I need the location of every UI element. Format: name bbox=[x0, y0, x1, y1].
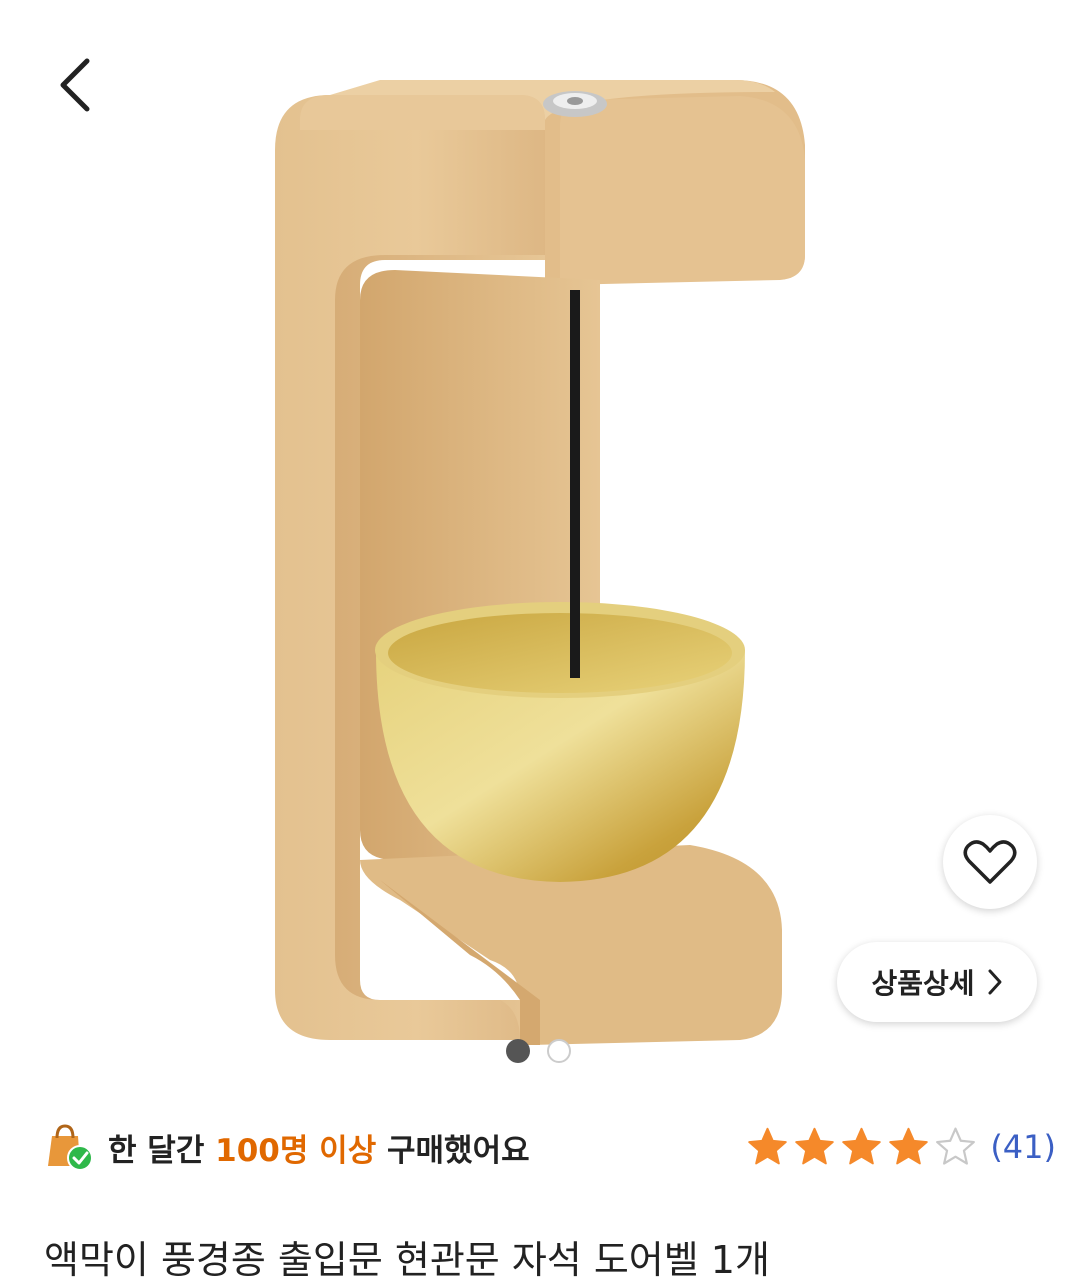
back-button[interactable] bbox=[30, 40, 120, 130]
purchase-text: 한 달간 100명 이상 구매했어요 bbox=[108, 1132, 530, 1169]
product-image-carousel[interactable]: 상품상세 bbox=[0, 0, 1080, 1085]
star-empty-icon bbox=[936, 1127, 976, 1165]
product-detail-button[interactable]: 상품상세 bbox=[837, 942, 1037, 1022]
product-summary-row: 한 달간 100명 이상 구매했어요 (41) bbox=[0, 1112, 1080, 1182]
product-detail-label: 상품상세 bbox=[871, 967, 975, 1000]
product-image bbox=[275, 80, 805, 1045]
review-count[interactable]: (41) bbox=[990, 1128, 1056, 1166]
product-title: 액막이 풍경종 출입문 현관문 자석 도어벨 1개 bbox=[44, 1238, 770, 1282]
star-filled-icon bbox=[748, 1127, 788, 1165]
carousel-indicator bbox=[506, 1039, 571, 1063]
shopping-bag-check-icon bbox=[48, 1124, 93, 1171]
carousel-dot[interactable] bbox=[547, 1039, 571, 1063]
carousel-dot-active[interactable] bbox=[506, 1039, 530, 1063]
heart-outline-icon bbox=[963, 840, 1017, 884]
chevron-left-icon bbox=[60, 58, 90, 112]
star-filled-icon bbox=[889, 1127, 929, 1165]
wishlist-button[interactable] bbox=[943, 815, 1037, 909]
star-filled-icon bbox=[842, 1127, 882, 1165]
chevron-right-icon bbox=[988, 969, 1002, 995]
purchase-badge: 한 달간 100명 이상 구매했어요 bbox=[44, 1120, 530, 1174]
rating[interactable]: (41) bbox=[745, 1122, 1056, 1172]
purchase-highlight: 100명 이상 bbox=[215, 1132, 377, 1169]
star-filled-icon bbox=[795, 1127, 835, 1165]
